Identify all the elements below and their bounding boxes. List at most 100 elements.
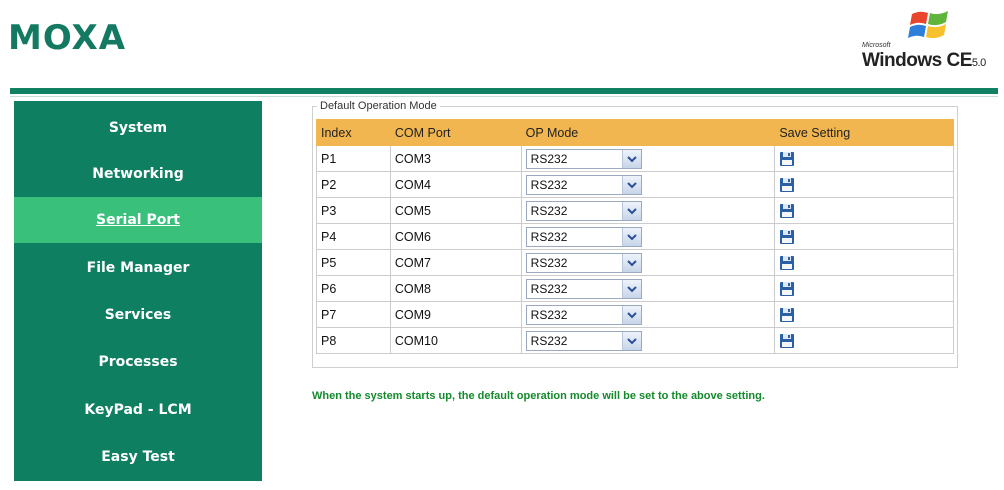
table-row: P6 COM8 RS232 [316,275,954,302]
sidebar-item-keypad-lcm[interactable]: KeyPad - LCM [14,387,262,433]
port-index: P6 [316,275,391,302]
port-index: P8 [316,327,391,354]
save-cell [774,301,954,328]
table-body: P1 COM3 RS232 P2 COM4 RS232 P3 COM5 RS232 P4 COM6 R… [316,145,954,354]
port-index: P7 [316,301,391,328]
windows-ce-label: Windows CE5.0 [862,50,986,72]
com-port: COM8 [389,275,522,302]
moxa-logo: MOXA [8,18,127,58]
microsoft-label: Microsoft [862,42,891,49]
op-mode-value: RS232 [530,177,568,192]
op-mode-select[interactable]: RS232 [525,226,642,247]
sidebar-item-label: Networking [92,166,184,182]
column-header-save-setting: Save Setting [774,119,954,146]
chevron-down-icon[interactable] [621,149,641,168]
op-mode-select[interactable]: RS232 [525,174,642,195]
com-port: COM5 [389,197,522,224]
op-mode-value: RS232 [530,255,568,270]
startup-note: When the system starts up, the default o… [312,390,765,402]
sidebar-item-label: KeyPad - LCM [84,402,192,418]
windows-ce-badge: Microsoft Windows CE5.0 [862,6,996,72]
op-mode-cell: RS232 [520,275,776,302]
op-mode-select[interactable]: RS232 [525,200,642,221]
chevron-down-icon[interactable] [621,175,641,194]
save-cell [774,171,954,198]
op-mode-select[interactable]: RS232 [525,304,642,325]
op-mode-value: RS232 [530,229,568,244]
sidebar-item-processes[interactable]: Processes [14,339,262,385]
table-row: P4 COM6 RS232 [316,223,954,250]
chevron-down-icon[interactable] [621,279,641,298]
chevron-down-icon[interactable] [621,201,641,220]
op-mode-cell: RS232 [520,223,776,250]
port-index: P3 [316,197,391,224]
table-row: P5 COM7 RS232 [316,249,954,276]
save-cell [774,197,954,224]
op-mode-value: RS232 [530,307,568,322]
port-index: P5 [316,249,391,276]
op-mode-cell: RS232 [520,145,776,172]
sidebar-item-file-manager[interactable]: File Manager [14,245,262,291]
floppy-disk-icon[interactable] [779,203,795,219]
chevron-down-icon[interactable] [621,253,641,272]
floppy-disk-icon[interactable] [779,307,795,323]
floppy-disk-icon[interactable] [779,229,795,245]
chevron-down-icon[interactable] [621,227,641,246]
com-port: COM4 [389,171,522,198]
op-mode-value: RS232 [530,203,568,218]
sidebar-item-services[interactable]: Services [14,292,262,338]
op-mode-cell: RS232 [520,301,776,328]
save-cell [774,145,954,172]
column-header-index: Index [316,119,391,146]
sidebar-item-label: Serial Port [96,212,180,228]
sidebar-item-label: Processes [98,354,178,370]
save-cell [774,275,954,302]
sidebar-item-label: Easy Test [101,449,175,465]
floppy-disk-icon[interactable] [779,177,795,193]
chevron-down-icon[interactable] [621,305,641,324]
header-divider-line [10,96,998,97]
column-header-com-port: COM Port [389,119,522,146]
column-header-op-mode: OP Mode [520,119,776,146]
sidebar-item-system[interactable]: System [14,105,262,151]
com-port: COM10 [389,327,522,354]
sidebar-item-easy-test[interactable]: Easy Test [14,434,262,480]
group-legend: Default Operation Mode [320,100,437,112]
table-row: P8 COM10 RS232 [316,327,954,354]
floppy-disk-icon[interactable] [779,281,795,297]
sidebar-item-serial-port[interactable]: Serial Port [14,197,262,243]
op-mode-cell: RS232 [520,197,776,224]
save-cell [774,327,954,354]
table-header-row: Index COM Port OP Mode Save Setting [316,119,954,146]
com-port: COM7 [389,249,522,276]
header: MOXA Microsoft Windows CE5.0 [0,0,1004,88]
port-index: P1 [316,145,391,172]
op-mode-select[interactable]: RS232 [525,252,642,273]
op-mode-cell: RS232 [520,171,776,198]
op-mode-select[interactable]: RS232 [525,278,642,299]
floppy-disk-icon[interactable] [779,255,795,271]
product-version: 5.0 [971,57,986,69]
floppy-disk-icon[interactable] [779,151,795,167]
header-divider [10,88,998,94]
com-port: COM9 [389,301,522,328]
op-mode-select[interactable]: RS232 [525,330,642,351]
com-port: COM3 [389,145,522,172]
table-row: P7 COM9 RS232 [316,301,954,328]
sidebar-item-label: Services [104,307,172,323]
sidebar-item-label: System [108,120,168,136]
sidebar-item-label: File Manager [86,260,190,276]
op-mode-value: RS232 [530,281,568,296]
port-index: P4 [316,223,391,250]
save-cell [774,249,954,276]
table-row: P3 COM5 RS232 [316,197,954,224]
table-row: P1 COM3 RS232 [316,145,954,172]
windows-flag-icon [908,11,948,39]
chevron-down-icon[interactable] [621,331,641,350]
floppy-disk-icon[interactable] [779,333,795,349]
op-mode-value: RS232 [530,151,568,166]
product-name: Windows CE [862,50,972,71]
sidebar-item-networking[interactable]: Networking [14,151,262,197]
op-mode-select[interactable]: RS232 [525,148,642,169]
port-index: P2 [316,171,391,198]
